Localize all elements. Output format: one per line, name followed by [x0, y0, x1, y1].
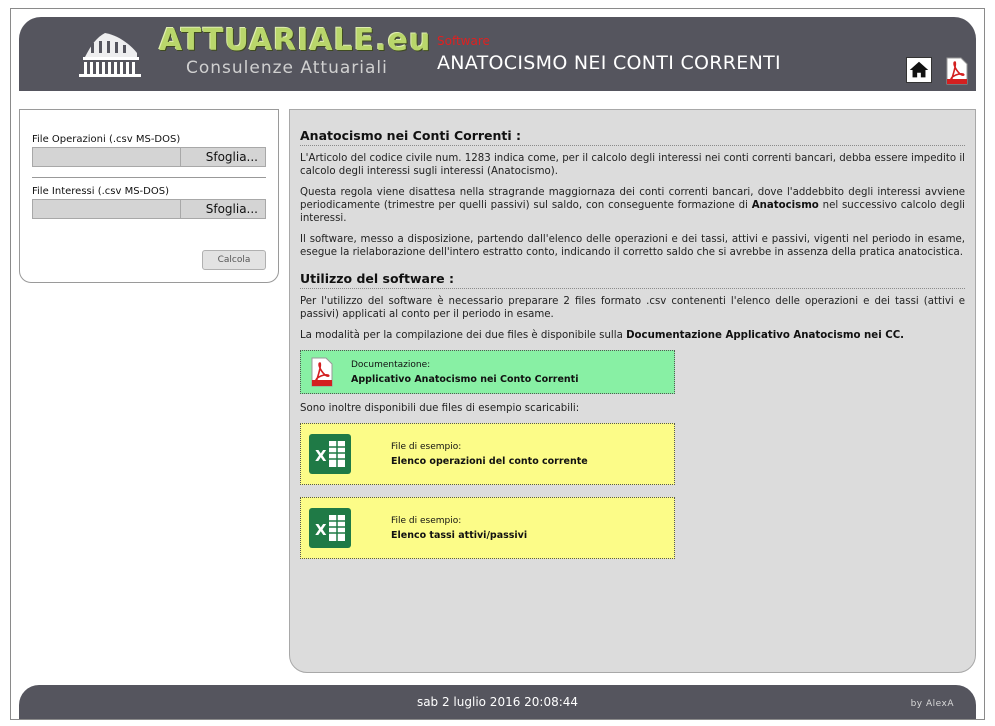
footer-date: sab 2 luglio 2016 20:08:44 — [416, 695, 579, 709]
interests-file-path[interactable] — [32, 199, 181, 219]
paragraph: L'Articolo del codice civile num. 1283 i… — [300, 153, 965, 177]
interests-file-label: File Interessi (.csv MS-DOS) — [32, 186, 169, 197]
calculate-button[interactable]: Calcola — [202, 250, 266, 270]
example-file-title: Elenco tassi attivi/passivi — [391, 529, 528, 541]
paragraph-text: La modalità per la compilazione dei due … — [300, 330, 627, 341]
page-frame: ATTUARIALE.eu Consulenze Attuariali Soft… — [10, 8, 985, 720]
page-title: ANATOCISMO NEI CONTI CORRENTI — [437, 52, 781, 74]
divider — [32, 177, 266, 178]
paragraph: Questa regola viene disattesa nella stra… — [300, 186, 965, 225]
section-title-anatocismo: Anatocismo nei Conti Correnti : — [300, 128, 965, 146]
svg-text:X: X — [315, 447, 327, 465]
paragraph: Per l'utilizzo del software è necessario… — [300, 296, 965, 320]
example-file-title: Elenco operazioni del conto corrente — [391, 455, 588, 467]
interests-browse-button[interactable]: Sfoglia... — [180, 199, 266, 219]
excel-icon: X — [309, 508, 351, 548]
pdf-icon — [311, 357, 333, 387]
documentation-link[interactable]: Documentazione: Applicativo Anatocismo n… — [300, 350, 675, 394]
pdf-button[interactable] — [943, 57, 969, 85]
example-file-operations-link[interactable]: X File di esempio: Elenco operazioni del… — [300, 423, 675, 485]
example-file-label: File di esempio: — [391, 441, 462, 452]
software-label: Software — [437, 34, 490, 48]
main-content: Anatocismo nei Conti Correnti : L'Artico… — [289, 109, 976, 673]
operations-browse-button[interactable]: Sfoglia... — [180, 147, 266, 167]
paragraph: Sono inoltre disponibili due files di es… — [300, 403, 580, 414]
paragraph-bold: Anatocismo — [751, 200, 819, 211]
upload-panel: File Operazioni (.csv MS-DOS) Sfoglia...… — [19, 109, 279, 283]
paragraph-bold: Documentazione Applicativo Anatocismo ne… — [626, 330, 905, 341]
interests-file-input[interactable]: Sfoglia... — [32, 199, 266, 219]
footer-credit: by AlexA — [910, 699, 954, 709]
example-file-label: File di esempio: — [391, 515, 462, 526]
operations-file-label: File Operazioni (.csv MS-DOS) — [32, 134, 181, 145]
example-file-text: File di esempio: Elenco tassi attivi/pas… — [391, 516, 527, 541]
pdf-icon — [946, 57, 968, 85]
svg-text:X: X — [315, 521, 327, 539]
header: ATTUARIALE.eu Consulenze Attuariali Soft… — [19, 17, 976, 91]
documentation-text: Documentazione: Applicativo Anatocismo n… — [351, 360, 578, 385]
colosseum-icon — [79, 33, 141, 77]
paragraph: Il software, messo a disposizione, parte… — [300, 234, 965, 258]
home-button[interactable] — [906, 57, 932, 83]
documentation-label: Documentazione: — [351, 359, 431, 370]
footer: sab 2 luglio 2016 20:08:44 by AlexA — [19, 685, 976, 719]
logo-subtitle: Consulenze Attuariali — [186, 58, 388, 78]
operations-file-input[interactable]: Sfoglia... — [32, 147, 266, 167]
example-file-rates-link[interactable]: X File di esempio: Elenco tassi attivi/p… — [300, 497, 675, 559]
operations-file-path[interactable] — [32, 147, 181, 167]
paragraph: La modalità per la compilazione dei due … — [300, 329, 965, 342]
home-icon — [909, 61, 929, 78]
excel-icon: X — [309, 434, 351, 474]
documentation-title: Applicativo Anatocismo nei Conto Corrent… — [351, 373, 579, 385]
section-title-utilizzo: Utilizzo del software : — [300, 271, 965, 289]
logo-title: ATTUARIALE.eu — [159, 23, 432, 58]
example-file-text: File di esempio: Elenco operazioni del c… — [391, 442, 588, 467]
